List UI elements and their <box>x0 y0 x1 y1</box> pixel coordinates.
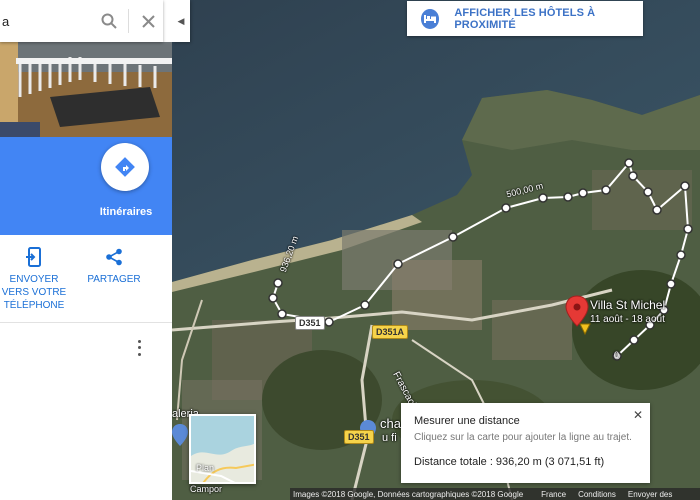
send-to-phone-label: ENVOYER VERS VOTRE TÉLÉPHONE <box>1 274 67 311</box>
distance-label-0: 0 <box>614 350 620 360</box>
send-to-phone-icon <box>0 245 68 269</box>
measure-total-distance: Distance totale : 936,20 m (3 071,51 ft) <box>414 456 605 468</box>
measure-title: Mesurer une distance <box>414 415 520 427</box>
search-icon[interactable] <box>94 13 124 29</box>
road-label-d351a: D351A <box>372 325 409 339</box>
road-label-d351-south: D351 <box>344 430 374 444</box>
send-to-phone-button[interactable]: ENVOYER VERS VOTRE TÉLÉPHONE <box>0 245 68 312</box>
label-ufi: u fi <box>382 432 397 444</box>
chevron-left-icon: ◀ <box>177 15 185 26</box>
hotel-bed-icon <box>421 8 440 29</box>
map-type-toggle[interactable]: Plan <box>189 414 256 484</box>
search-input[interactable]: a <box>0 14 94 29</box>
share-icon <box>82 245 146 269</box>
terms-link[interactable]: Conditions <box>578 490 616 499</box>
measure-distance-panel: Mesurer une distance Cliquez sur la cart… <box>401 403 650 483</box>
show-nearby-hotels-button[interactable]: AFFICHER LES HÔTELS À PROXIMITÉ <box>407 1 643 36</box>
place-dates: 11 août - 18 août <box>590 314 665 325</box>
search-divider <box>128 9 129 33</box>
directions-label[interactable]: Itinéraires <box>94 206 158 218</box>
measure-hint: Cliquez sur la carte pour ajouter la lig… <box>414 432 632 443</box>
label-campor: Campor <box>190 484 223 494</box>
place-name[interactable]: Villa St Michel <box>590 298 665 312</box>
road-label-d351: D351 <box>295 316 325 330</box>
plan-map-preview <box>191 416 254 482</box>
share-label: PARTAGER <box>87 274 141 285</box>
close-icon[interactable] <box>133 14 163 28</box>
country-link[interactable]: France <box>541 490 566 499</box>
more-options-icon[interactable] <box>133 338 145 358</box>
place-photo[interactable] <box>0 42 172 137</box>
directions-button[interactable] <box>101 143 149 191</box>
share-button[interactable]: PARTAGER <box>82 245 146 286</box>
feedback-link[interactable]: Envoyer des <box>628 490 672 499</box>
panel-divider <box>0 322 172 323</box>
map-credits: Images ©2018 Google, Données cartographi… <box>293 489 524 499</box>
label-cha: cha <box>380 416 401 431</box>
place-header-band <box>0 137 172 235</box>
map-footer: Images ©2018 Google, Données cartographi… <box>290 488 700 500</box>
place-panel: a Itinéraires ENVOYER VERS VOTRE TÉLÉPHO… <box>0 0 172 500</box>
hotel-button-label: AFFICHER LES HÔTELS À PROXIMITÉ <box>454 6 596 31</box>
close-icon[interactable]: ✕ <box>633 408 643 422</box>
collapse-panel-button[interactable]: ◀ <box>172 0 190 42</box>
map-type-label: Plan <box>196 463 215 473</box>
search-box[interactable]: a <box>0 0 163 42</box>
directions-icon <box>115 157 135 177</box>
